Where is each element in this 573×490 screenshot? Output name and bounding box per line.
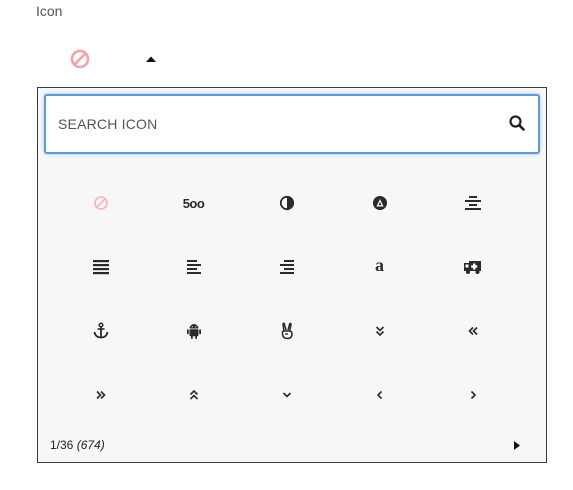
icon-field: Icon SEARCH ICON 5oo a 1/36 (674) (0, 0, 573, 490)
caret-up-icon (146, 56, 156, 62)
total-count: (674) (76, 438, 105, 452)
500px-icon: 5oo (182, 195, 205, 211)
icon-option-angle-down[interactable] (240, 363, 333, 427)
icon-option-angle-double-right[interactable] (54, 363, 147, 427)
search-box (44, 94, 540, 154)
adn-icon (372, 196, 387, 210)
icon-option-500px[interactable]: 5oo (147, 171, 240, 235)
search-button[interactable] (506, 112, 528, 134)
icon-option-ambulance[interactable] (426, 235, 519, 299)
align-center-icon (464, 196, 481, 210)
icon-option-align-left[interactable] (147, 235, 240, 299)
adjust-icon (279, 195, 294, 211)
icon-option-angle-double-up[interactable] (147, 363, 240, 427)
icon-option-align-right[interactable] (240, 235, 333, 299)
page-indicator: 1/36 (50, 438, 74, 452)
icon-option-amazon[interactable]: a (333, 235, 426, 299)
ban-icon (70, 49, 90, 69)
icon-option-anchor[interactable] (54, 299, 147, 363)
icon-grid: 5oo a (54, 171, 518, 427)
icon-option-angle-right[interactable] (426, 363, 519, 427)
icon-option-angle-double-down[interactable] (333, 299, 426, 363)
icon-option-angle-left[interactable] (333, 363, 426, 427)
icon-option-angle-double-left[interactable] (426, 299, 519, 363)
pagination-info: 1/36 (674) (50, 438, 105, 452)
next-page-button[interactable] (510, 437, 524, 453)
angle-double-down-icon (375, 326, 384, 337)
angle-right-icon (470, 390, 476, 400)
ambulance-icon (463, 261, 481, 274)
align-left-icon (186, 260, 201, 274)
field-label: Icon (36, 3, 63, 19)
angle-double-up-icon (189, 389, 198, 400)
angle-left-icon (376, 390, 382, 400)
ban-icon (93, 196, 108, 210)
angle-double-right-icon (95, 390, 106, 400)
align-right-icon (279, 260, 294, 274)
angellist-icon (281, 322, 293, 340)
icon-option-ban[interactable] (54, 171, 147, 235)
search-input[interactable] (46, 96, 486, 152)
caret-right-icon (514, 440, 520, 450)
icon-option-angellist[interactable] (240, 299, 333, 363)
angle-down-icon (282, 392, 291, 398)
icon-option-adjust[interactable] (240, 171, 333, 235)
android-icon (186, 324, 201, 339)
align-justify-icon (92, 260, 109, 275)
selected-icon-preview[interactable] (68, 47, 92, 71)
picker-toggle-button[interactable] (140, 50, 162, 68)
icon-option-align-justify[interactable] (54, 235, 147, 299)
angle-double-left-icon (467, 326, 478, 336)
search-icon (509, 115, 525, 131)
amazon-icon: a (375, 255, 384, 275)
icon-picker-panel: 5oo (37, 87, 547, 463)
icon-option-adn[interactable] (333, 171, 426, 235)
icon-option-align-center[interactable] (426, 171, 519, 235)
icon-option-android[interactable] (147, 299, 240, 363)
anchor-icon (93, 322, 108, 339)
